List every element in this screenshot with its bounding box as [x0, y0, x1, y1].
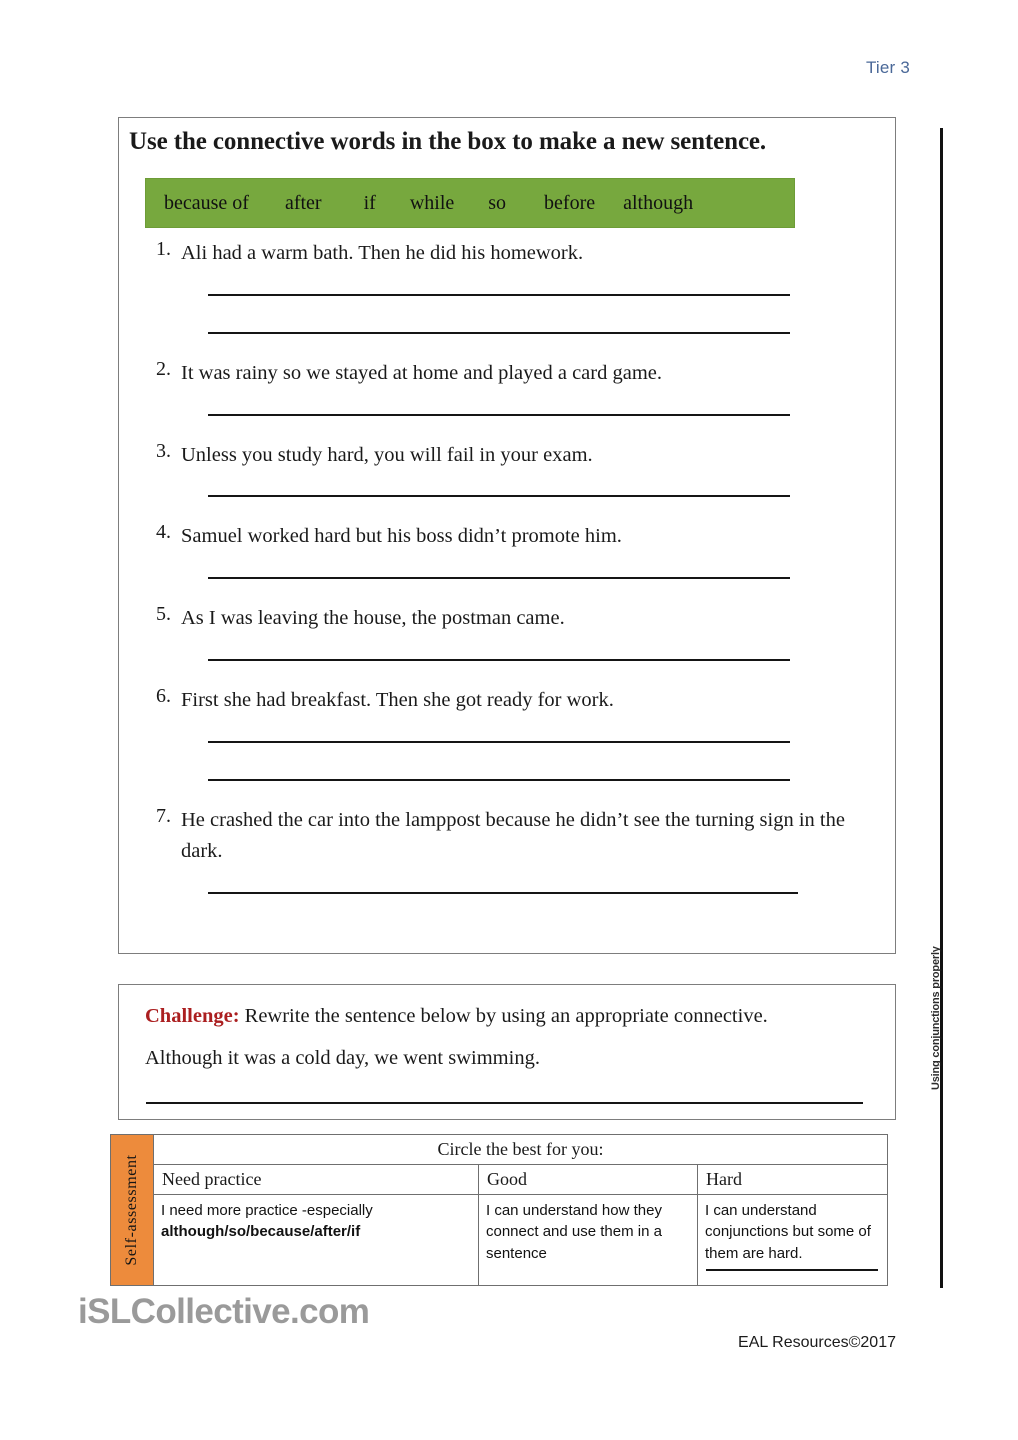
site-watermark: iSLCollective.com — [78, 1292, 370, 1331]
self-assessment-tab: Self-assessment — [110, 1134, 154, 1286]
list-item: 6. First she had breakfast. Then she got… — [145, 685, 885, 781]
assessment-grid: Circle the best for you: Need practice G… — [154, 1134, 888, 1286]
self-assessment-table: Self-assessment Circle the best for you:… — [110, 1134, 888, 1286]
answer-line[interactable] — [208, 778, 790, 781]
tier-label: Tier 3 — [865, 58, 910, 77]
side-vertical-label: Using conjunctions properly — [930, 946, 942, 1090]
question-list: 1. Ali had a warm bath. Then he did his … — [145, 238, 885, 895]
answer-line[interactable] — [208, 892, 798, 895]
question-text: As I was leaving the house, the postman … — [181, 607, 565, 630]
copyright-notice: EAL Resources©2017 — [738, 1334, 896, 1351]
main-exercise-box: Use the connective words in the box to m… — [118, 117, 896, 954]
challenge-instruction-text: Rewrite the sentence below by using an a… — [239, 1005, 768, 1027]
list-item: 5. As I was leaving the house, the postm… — [145, 603, 885, 661]
column-header-need-practice: Need practice — [154, 1165, 479, 1194]
list-item: 3. Unless you study hard, you will fail … — [145, 440, 885, 498]
cell-need-practice-line2: although/so/because/after/if — [161, 1223, 361, 1241]
hard-answer-line[interactable] — [706, 1269, 878, 1271]
word-bank-item-1: after — [284, 191, 322, 214]
worksheet-page: Tier 3 Using conjunctions properly Use t… — [0, 0, 1018, 1440]
question-number: 5. — [156, 603, 171, 626]
self-assessment-tab-label: Self-assessment — [123, 1154, 140, 1266]
assessment-header-row: Need practice Good Hard — [154, 1165, 887, 1195]
cell-good[interactable]: I can understand how they connect and us… — [479, 1195, 698, 1285]
list-item: 1. Ali had a warm bath. Then he did his … — [145, 238, 885, 334]
list-item: 2. It was rainy so we stayed at home and… — [145, 358, 885, 416]
answer-line[interactable] — [208, 413, 790, 416]
question-text: Ali had a warm bath. Then he did his hom… — [181, 242, 584, 264]
word-bank-item-5: before — [544, 191, 596, 214]
question-text: First she had breakfast. Then she got re… — [181, 688, 614, 711]
page-title: Use the connective words in the box to m… — [129, 128, 767, 155]
question-text: He crashed the car into the lamppost bec… — [181, 808, 845, 863]
answer-line[interactable] — [208, 577, 790, 580]
cell-hard[interactable]: I can understand conjunctions but some o… — [698, 1195, 887, 1285]
answer-line[interactable] — [208, 658, 790, 661]
word-bank-item-2: if — [363, 191, 376, 214]
answer-line[interactable] — [208, 331, 790, 334]
challenge-sentence: Although it was a cold day, we went swim… — [145, 1047, 540, 1069]
challenge-answer-line[interactable] — [146, 1102, 863, 1104]
answer-line[interactable] — [208, 495, 790, 498]
question-text: Samuel worked hard but his boss didn’t p… — [181, 525, 622, 548]
question-number: 2. — [156, 357, 171, 380]
word-bank-item-6: although — [623, 191, 694, 214]
assessment-body-row: I need more practice -especially althoug… — [154, 1195, 887, 1285]
answer-line[interactable] — [208, 740, 790, 743]
word-bank-item-4: so — [488, 191, 507, 214]
column-header-good: Good — [479, 1165, 698, 1194]
word-bank-item-0: because of — [164, 191, 249, 214]
challenge-box: Challenge: Rewrite the sentence below by… — [118, 984, 896, 1120]
assessment-title: Circle the best for you: — [154, 1135, 887, 1165]
challenge-instruction: Challenge: Rewrite the sentence below by… — [145, 1005, 768, 1028]
list-item: 7. He crashed the car into the lamppost … — [145, 805, 885, 895]
question-number: 4. — [156, 521, 171, 544]
cell-need-practice[interactable]: I need more practice -especially althoug… — [154, 1195, 479, 1285]
column-header-hard: Hard — [706, 1169, 742, 1189]
list-item: 4. Samuel worked hard but his boss didn’… — [145, 521, 885, 580]
question-number: 1. — [156, 238, 171, 260]
question-number: 7. — [156, 804, 171, 827]
question-text: Unless you study hard, you will fail in … — [181, 443, 593, 466]
cell-hard-text: I can understand conjunctions but some o… — [705, 1202, 871, 1262]
word-bank-item-3: while — [409, 191, 455, 214]
cell-need-practice-line1: I need more practice -especially — [161, 1202, 373, 1219]
question-text: It was rainy so we stayed at home and pl… — [181, 361, 662, 384]
question-number: 6. — [156, 684, 171, 707]
answer-line[interactable] — [208, 293, 790, 296]
question-number: 3. — [156, 439, 171, 462]
right-margin-rule — [940, 128, 943, 1288]
word-bank-box: because of after if while so before alth… — [145, 178, 795, 228]
challenge-label: Challenge: — [145, 1005, 240, 1027]
